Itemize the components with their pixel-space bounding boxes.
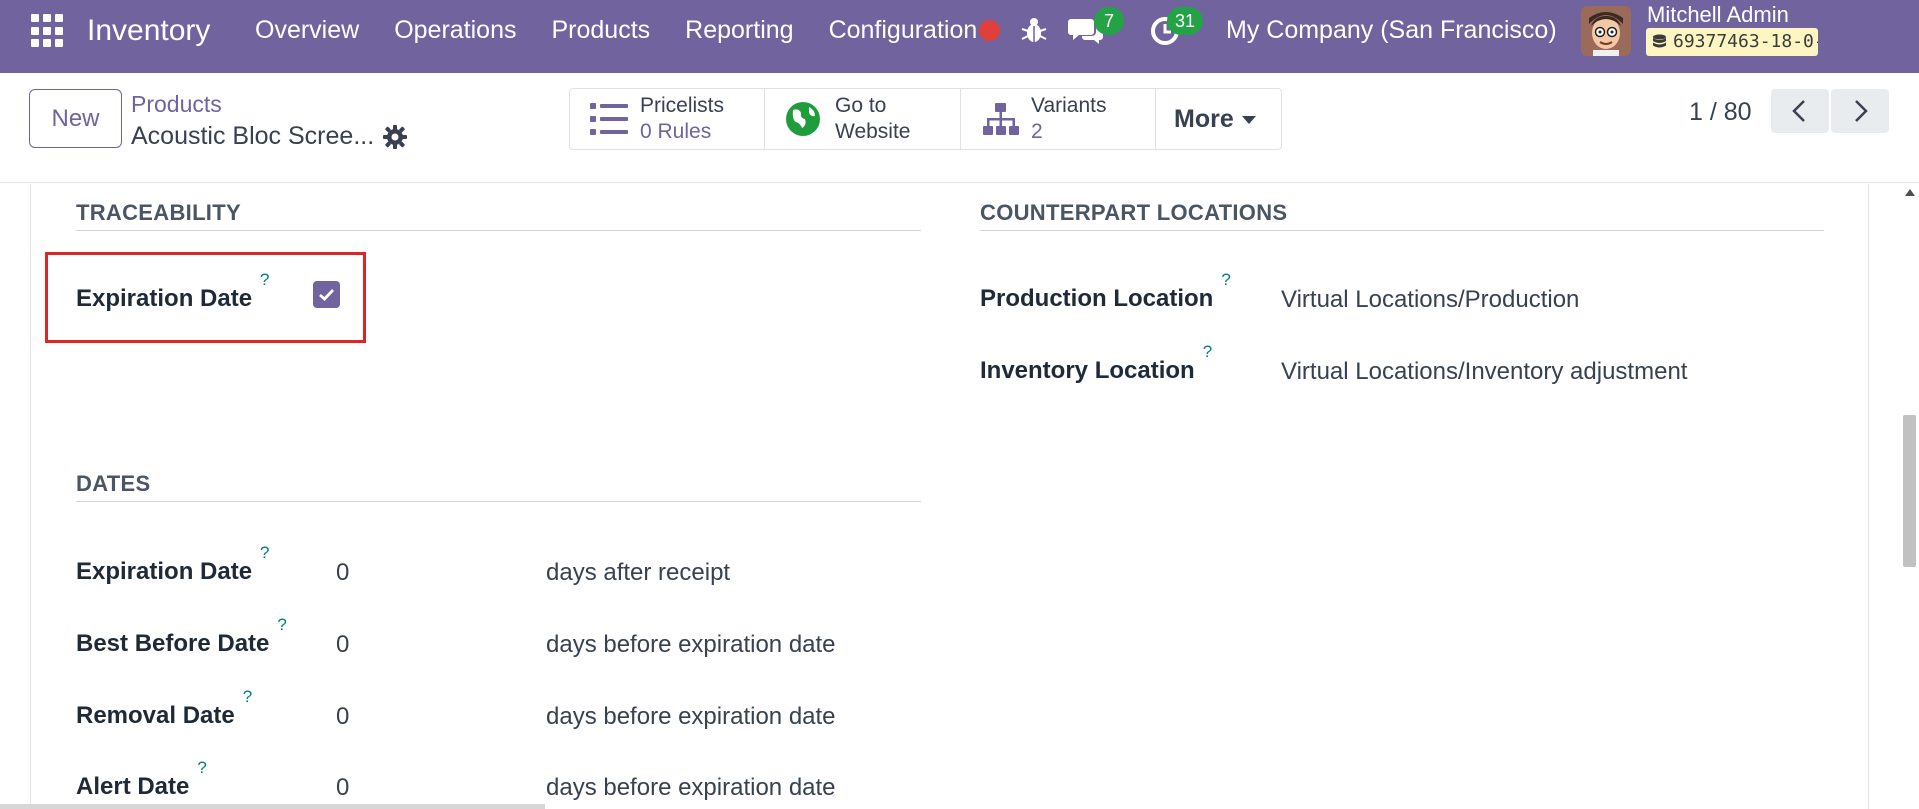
traceability-expiration-label: Expiration Date?	[76, 270, 270, 313]
pricelists-label: Pricelists	[640, 94, 725, 117]
go-to-website-smart-button[interactable]: Go to Website	[765, 89, 961, 149]
alert-days-input[interactable]: 0	[336, 774, 349, 802]
list-icon	[590, 103, 628, 135]
pricelists-value: 0 Rules	[640, 120, 712, 143]
pager-previous-button[interactable]	[1771, 89, 1829, 133]
new-button[interactable]: New	[29, 89, 122, 148]
alert-days-unit: days before expiration date	[546, 774, 836, 801]
alert-date-label-text: Alert Date	[76, 773, 190, 800]
app-name[interactable]: Inventory	[87, 14, 210, 48]
variants-label: Variants	[1031, 94, 1107, 117]
vertical-scrollbar-thumb[interactable]	[1903, 415, 1916, 567]
dates-divider	[76, 501, 921, 502]
production-location-value[interactable]: Virtual Locations/Production	[1281, 286, 1579, 314]
variants-value: 2	[1031, 120, 1043, 143]
help-tooltip-icon[interactable]: ?	[260, 543, 269, 562]
alert-date-label: Alert Date?	[76, 758, 207, 801]
traceability-divider	[76, 230, 921, 231]
activities-count-badge: 31	[1167, 7, 1203, 35]
globe-icon	[786, 102, 820, 136]
horizontal-scrollbar-thumb[interactable]	[0, 804, 545, 809]
website-label-line1: Go to	[835, 94, 887, 117]
more-smart-button[interactable]: More	[1156, 89, 1281, 149]
menu-configuration[interactable]: Configuration	[829, 16, 989, 45]
dates-expiration-label: Expiration Date?	[76, 543, 270, 586]
messages-count-badge: 7	[1094, 7, 1124, 35]
checkmark-icon	[319, 289, 335, 301]
inventory-location-value[interactable]: Virtual Locations/Inventory adjustment	[1281, 358, 1687, 386]
gear-icon[interactable]	[382, 124, 408, 150]
counterpart-divider	[980, 230, 1824, 231]
debug-bug-icon[interactable]	[1020, 15, 1048, 45]
company-switcher[interactable]: My Company (San Francisco)	[1226, 16, 1557, 45]
breadcrumb-current-record: Acoustic Bloc Scree...	[131, 122, 375, 150]
user-name[interactable]: Mitchell Admin	[1647, 2, 1789, 28]
expiration-days-unit: days after receipt	[546, 559, 731, 586]
database-icon	[1653, 34, 1666, 48]
inventory-location-label: Inventory Location?	[980, 342, 1212, 385]
help-tooltip-icon[interactable]: ?	[243, 687, 252, 706]
best-before-days-unit: days before expiration date	[546, 631, 836, 658]
help-tooltip-icon[interactable]: ?	[277, 615, 286, 634]
removal-date-label-text: Removal Date	[76, 702, 235, 729]
help-tooltip-icon[interactable]: ?	[260, 270, 269, 289]
production-location-label-text: Production Location	[980, 285, 1214, 312]
best-before-date-label: Best Before Date?	[76, 615, 287, 658]
smart-buttons: Pricelists 0 Rules Go to Website Variant…	[569, 88, 1282, 150]
expiration-days-input[interactable]: 0	[336, 559, 349, 587]
top-navbar: Inventory Overview Operations Products R…	[0, 0, 1919, 73]
recording-indicator-icon[interactable]	[979, 20, 1000, 41]
help-tooltip-icon[interactable]: ?	[1221, 270, 1230, 289]
variants-smart-button[interactable]: Variants 2	[961, 89, 1156, 149]
pricelists-smart-button[interactable]: Pricelists 0 Rules	[570, 89, 765, 149]
scroll-up-arrow-icon[interactable]	[1905, 189, 1915, 196]
website-label-line2: Website	[835, 120, 911, 143]
more-label: More	[1174, 105, 1234, 133]
help-tooltip-icon[interactable]: ?	[197, 758, 206, 777]
traceability-section-title: TRACEABILITY	[76, 200, 241, 225]
counterpart-section-title: COUNTERPART LOCATIONS	[980, 200, 1288, 225]
traceability-expiration-label-text: Expiration Date	[76, 285, 253, 312]
pager-value[interactable]: 1 / 80	[1689, 98, 1752, 127]
main-menu: Overview Operations Products Reporting C…	[255, 16, 989, 45]
best-before-days-input[interactable]: 0	[336, 631, 349, 659]
apps-menu-icon[interactable]	[31, 14, 65, 48]
menu-overview[interactable]: Overview	[255, 16, 359, 45]
menu-products[interactable]: Products	[551, 16, 650, 45]
help-tooltip-icon[interactable]: ?	[1203, 342, 1212, 361]
expiration-date-checkbox[interactable]	[313, 281, 340, 308]
control-panel: New Products Acoustic Bloc Scree... Pric…	[0, 73, 1919, 183]
user-avatar[interactable]	[1581, 6, 1631, 56]
chevron-right-icon	[1855, 100, 1868, 122]
database-name-badge: 69377463-18-0-all	[1646, 28, 1818, 56]
chevron-left-icon	[1792, 100, 1805, 122]
best-before-date-label-text: Best Before Date	[76, 630, 270, 657]
dates-section-title: DATES	[76, 471, 151, 496]
pager-next-button[interactable]	[1831, 89, 1889, 133]
menu-operations[interactable]: Operations	[394, 16, 516, 45]
sitemap-icon	[983, 103, 1019, 135]
database-name: 69377463-18-0-all	[1673, 31, 1818, 52]
inventory-location-label-text: Inventory Location	[980, 357, 1195, 384]
removal-date-label: Removal Date?	[76, 687, 252, 730]
dates-expiration-label-text: Expiration Date	[76, 558, 253, 585]
caret-down-icon	[1241, 116, 1256, 125]
removal-days-input[interactable]: 0	[336, 703, 349, 731]
breadcrumb-parent-link[interactable]: Products	[131, 91, 222, 118]
production-location-label: Production Location?	[980, 270, 1231, 313]
menu-reporting[interactable]: Reporting	[685, 16, 793, 45]
removal-days-unit: days before expiration date	[546, 703, 836, 730]
